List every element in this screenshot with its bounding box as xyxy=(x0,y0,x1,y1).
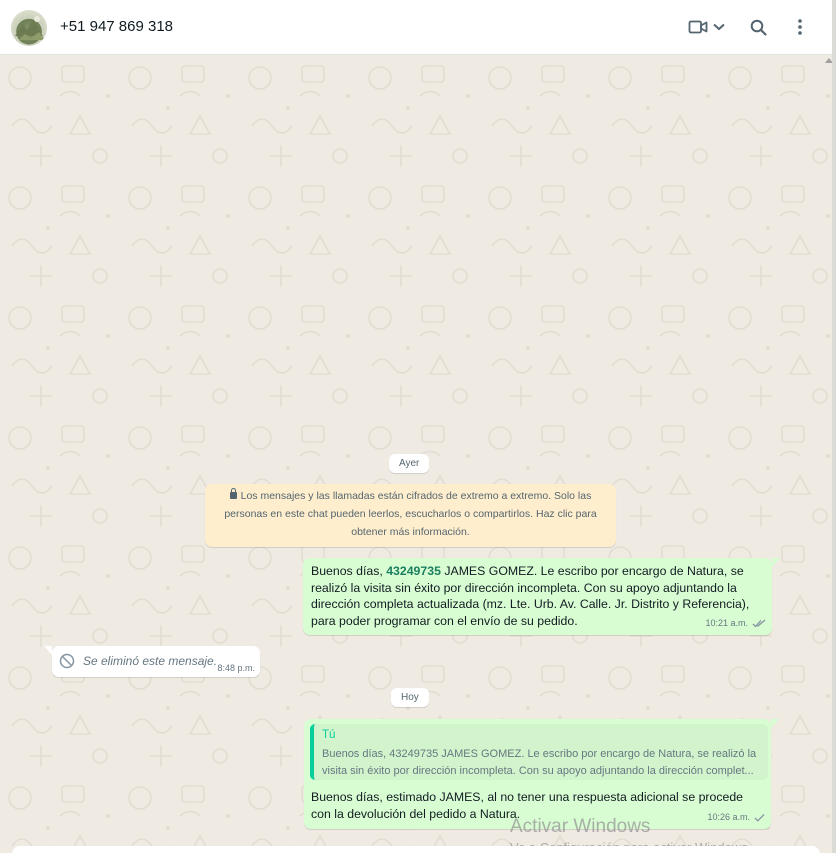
single-check-icon xyxy=(754,814,765,822)
message-meta: 10:26 a.m. xyxy=(707,809,765,826)
video-call-icon[interactable] xyxy=(687,16,709,38)
menu-icon[interactable] xyxy=(795,16,805,38)
message-time: 10:26 a.m. xyxy=(707,812,750,823)
chevron-down-icon[interactable] xyxy=(712,16,726,38)
incoming-deleted-message[interactable]: Se eliminó este mensaje. 8:48 p.m. xyxy=(52,646,260,677)
message-time: 10:21 a.m. xyxy=(705,618,748,629)
encryption-notice-text: Los mensajes y las llamadas están cifrad… xyxy=(224,490,597,538)
message-composer[interactable] xyxy=(12,846,820,853)
window-edge xyxy=(832,0,836,853)
outgoing-message[interactable]: Buenos días, 43249735 JAMES GOMEZ. Le es… xyxy=(303,558,772,635)
bubble-tail xyxy=(44,646,52,655)
message-text-prefix: Buenos días, xyxy=(311,564,387,578)
deleted-message-time: 8:48 p.m. xyxy=(217,663,255,673)
activation-watermark-title: Activar Windows xyxy=(510,816,651,837)
outgoing-reply-message[interactable]: Tú Buenos días, 43249735 JAMES GOMEZ. Le… xyxy=(304,719,771,829)
deleted-icon xyxy=(59,653,75,669)
deleted-message-text: Se eliminó este mensaje. xyxy=(83,654,218,668)
message-meta: 10:21 a.m. xyxy=(705,615,766,632)
lock-icon xyxy=(229,488,237,499)
order-number-highlight[interactable]: 43249735 xyxy=(386,564,441,578)
day-separator-today: Hoy xyxy=(391,688,429,707)
bubble-tail xyxy=(772,558,780,567)
double-check-icon xyxy=(752,619,766,628)
quoted-message[interactable]: Tú Buenos días, 43249735 JAMES GOMEZ. Le… xyxy=(310,724,768,780)
chat-header: +51 947 869 318 xyxy=(0,0,832,55)
quote-author: Tú xyxy=(322,729,336,741)
day-separator-yesterday: Ayer xyxy=(389,454,430,473)
bubble-tail xyxy=(771,719,779,728)
contact-name[interactable]: +51 947 869 318 xyxy=(60,18,173,35)
search-icon[interactable] xyxy=(749,16,767,38)
contact-avatar[interactable] xyxy=(11,10,47,46)
encryption-notice[interactable]: Los mensajes y las llamadas están cifrad… xyxy=(205,484,616,547)
message-body: Buenos días, 43249735 JAMES GOMEZ. Le es… xyxy=(311,563,766,629)
quote-text: Buenos días, 43249735 JAMES GOMEZ. Le es… xyxy=(322,747,757,777)
